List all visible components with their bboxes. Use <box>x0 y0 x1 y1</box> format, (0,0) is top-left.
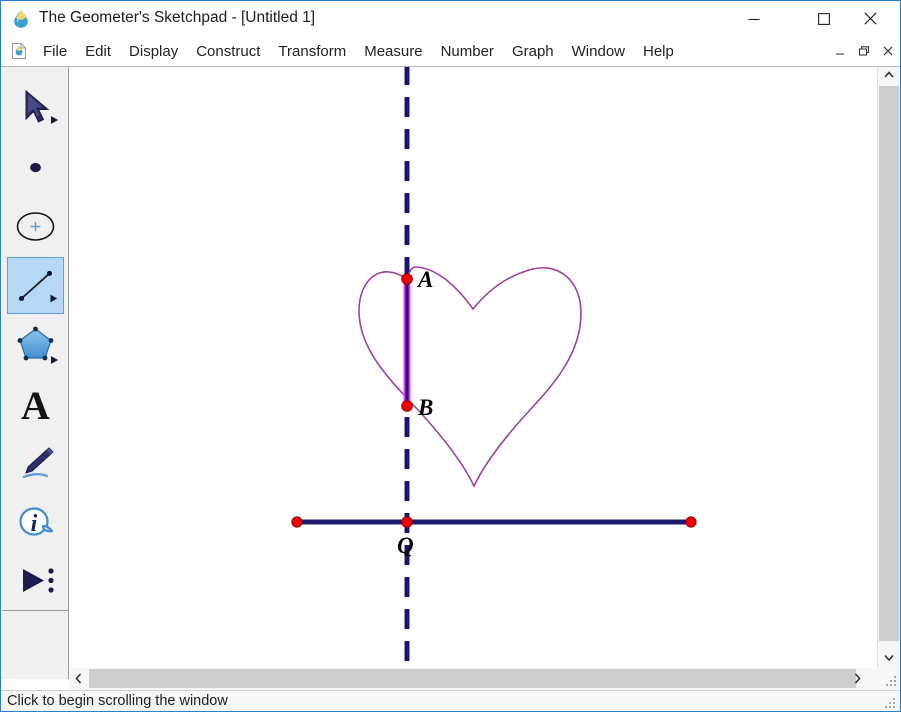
tool-palette: A i <box>2 67 69 679</box>
title-bar: The Geometer's Sketchpad - [Untitled 1] <box>1 1 901 37</box>
mdi-close-icon[interactable] <box>877 41 899 61</box>
tool-palette-buttons: A i <box>2 67 68 611</box>
point-right-endpoint[interactable] <box>686 517 696 527</box>
label-point-b[interactable]: B <box>417 395 433 420</box>
play-triangle-icon[interactable] <box>7 552 64 609</box>
menu-item-window[interactable]: Window <box>563 37 634 66</box>
horizontal-scrollbar-thumb[interactable] <box>89 669 856 688</box>
chevron-down-icon[interactable] <box>878 650 900 668</box>
status-bar: Click to begin scrolling the window <box>1 690 900 711</box>
mdi-restore-icon[interactable] <box>853 41 875 61</box>
scrollbar-corner <box>877 668 900 690</box>
info-balloon-icon[interactable]: i <box>7 493 64 550</box>
menu-item-list: File Edit Display Construct Transform Me… <box>34 37 683 66</box>
status-message: Click to begin scrolling the window <box>7 693 228 709</box>
arrow-pointer-icon[interactable] <box>7 80 64 137</box>
vertical-scrollbar[interactable] <box>877 67 900 668</box>
point-q[interactable] <box>402 517 413 528</box>
vertical-scrollbar-thumb[interactable] <box>879 86 899 641</box>
point-dot-icon[interactable] <box>7 139 64 196</box>
menu-item-transform[interactable]: Transform <box>269 37 355 66</box>
sketch-drawing: A B Q <box>69 67 877 668</box>
point-a[interactable] <box>402 274 413 285</box>
menu-bar: File Edit Display Construct Transform Me… <box>1 37 901 67</box>
menu-item-help[interactable]: Help <box>634 37 683 66</box>
minimize-icon[interactable] <box>731 1 777 36</box>
menu-item-graph[interactable]: Graph <box>503 37 563 66</box>
horizontal-scrollbar[interactable] <box>69 668 877 690</box>
point-left-endpoint[interactable] <box>292 517 302 527</box>
menu-item-measure[interactable]: Measure <box>355 37 431 66</box>
chevron-left-icon[interactable] <box>69 668 88 689</box>
menu-item-display[interactable]: Display <box>120 37 187 66</box>
resize-grip-icon[interactable] <box>885 697 897 709</box>
application-window: The Geometer's Sketchpad - [Untitled 1] … <box>0 0 901 712</box>
pen-marker-icon[interactable] <box>7 434 64 491</box>
menu-item-edit[interactable]: Edit <box>76 37 120 66</box>
heart-curve[interactable] <box>359 267 581 486</box>
svg-text:A: A <box>21 383 50 428</box>
close-icon[interactable] <box>847 1 893 36</box>
document-icon[interactable] <box>10 42 28 60</box>
mdi-minimize-icon[interactable] <box>829 41 851 61</box>
letter-a-icon[interactable]: A <box>7 375 64 432</box>
label-point-a[interactable]: A <box>416 267 433 292</box>
svg-text:i: i <box>31 511 38 537</box>
maximize-icon[interactable] <box>801 1 847 36</box>
sketchpad-droplet-icon <box>11 9 31 29</box>
circle-compass-icon[interactable] <box>7 198 64 255</box>
chevron-right-icon[interactable] <box>848 668 867 689</box>
menu-item-construct[interactable]: Construct <box>187 37 269 66</box>
window-title: The Geometer's Sketchpad - [Untitled 1] <box>39 9 315 27</box>
menu-item-file[interactable]: File <box>34 37 76 66</box>
sketch-canvas[interactable]: A B Q <box>69 67 877 668</box>
pentagon-icon[interactable] <box>7 316 64 373</box>
line-segment-icon[interactable] <box>7 257 64 314</box>
chevron-up-icon[interactable] <box>878 67 900 85</box>
label-point-q[interactable]: Q <box>397 533 414 558</box>
menu-item-number[interactable]: Number <box>432 37 503 66</box>
point-b[interactable] <box>402 401 413 412</box>
